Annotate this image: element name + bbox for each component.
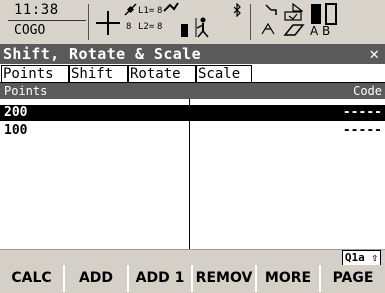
points-table: 200 ----- 100 ----- — [0, 99, 385, 249]
table-header: Points Code — [0, 83, 385, 99]
point-id: 100 — [4, 123, 28, 138]
point-id: 200 — [4, 105, 28, 120]
calc-button[interactable]: CALC — [0, 265, 65, 292]
tab-points[interactable]: Points — [1, 65, 69, 82]
column-header-code[interactable]: Code — [353, 83, 382, 99]
softkey-bar: CALC ADD ADD 1 REMOV MORE PAGE — [0, 265, 385, 293]
memory-icon — [284, 3, 303, 21]
column-header-points[interactable]: Points — [4, 83, 47, 99]
column-divider — [189, 99, 190, 249]
app-name: COGO — [14, 23, 46, 38]
battery-small-icon — [181, 24, 188, 37]
page-button[interactable]: PAGE — [321, 265, 385, 292]
l1-label: L1= — [138, 6, 155, 16]
more-button[interactable]: MORE — [257, 265, 321, 292]
point-code: ----- — [342, 123, 382, 138]
point-code: ----- — [342, 105, 382, 120]
clock: 11:38 — [14, 2, 59, 18]
l2-count: 8 — [157, 22, 163, 32]
status-divider — [250, 4, 251, 40]
satellite-count: 8 — [126, 22, 132, 32]
card-icon — [283, 24, 305, 36]
screen: 11:38 COGO 8 L1= 8 L2= 8 A B Shift, Rota… — [0, 0, 385, 293]
battery-labels: A B — [310, 24, 331, 38]
add-button[interactable]: ADD — [65, 265, 129, 292]
radio-icon — [265, 4, 277, 15]
status-bar: 11:38 COGO 8 L1= 8 L2= 8 A B — [0, 0, 385, 44]
tab-shift[interactable]: Shift — [69, 65, 128, 82]
title-bar: Shift, Rotate & Scale ✕ — [0, 44, 385, 64]
bluetooth-icon — [233, 3, 241, 17]
battery-b-icon — [325, 3, 337, 25]
l1-count: 8 — [157, 6, 163, 16]
position-mode-icon — [96, 11, 120, 35]
tab-scale[interactable]: Scale — [196, 65, 252, 82]
tab-bar: Points Shift Rotate Scale — [0, 64, 385, 83]
status-divider — [88, 4, 89, 40]
signal-icon — [163, 2, 179, 12]
remove-button[interactable]: REMOV — [193, 265, 257, 292]
page-title: Shift, Rotate & Scale — [3, 45, 202, 63]
clock-divider — [8, 20, 86, 21]
input-mode-indicator: Q1a ⇧ — [341, 250, 381, 266]
battery-a-icon — [311, 4, 321, 24]
close-icon[interactable]: ✕ — [369, 44, 379, 63]
input-status-bar: Q1a ⇧ — [0, 249, 385, 266]
link-icon — [261, 22, 275, 35]
l2-label: L2= — [138, 22, 155, 32]
tab-rotate[interactable]: Rotate — [128, 65, 196, 82]
surveyor-icon — [195, 17, 209, 38]
satellite-icon — [124, 3, 137, 16]
add-one-button[interactable]: ADD 1 — [129, 265, 193, 292]
table-row[interactable]: 100 ----- — [0, 123, 385, 139]
table-row[interactable]: 200 ----- — [0, 105, 385, 121]
